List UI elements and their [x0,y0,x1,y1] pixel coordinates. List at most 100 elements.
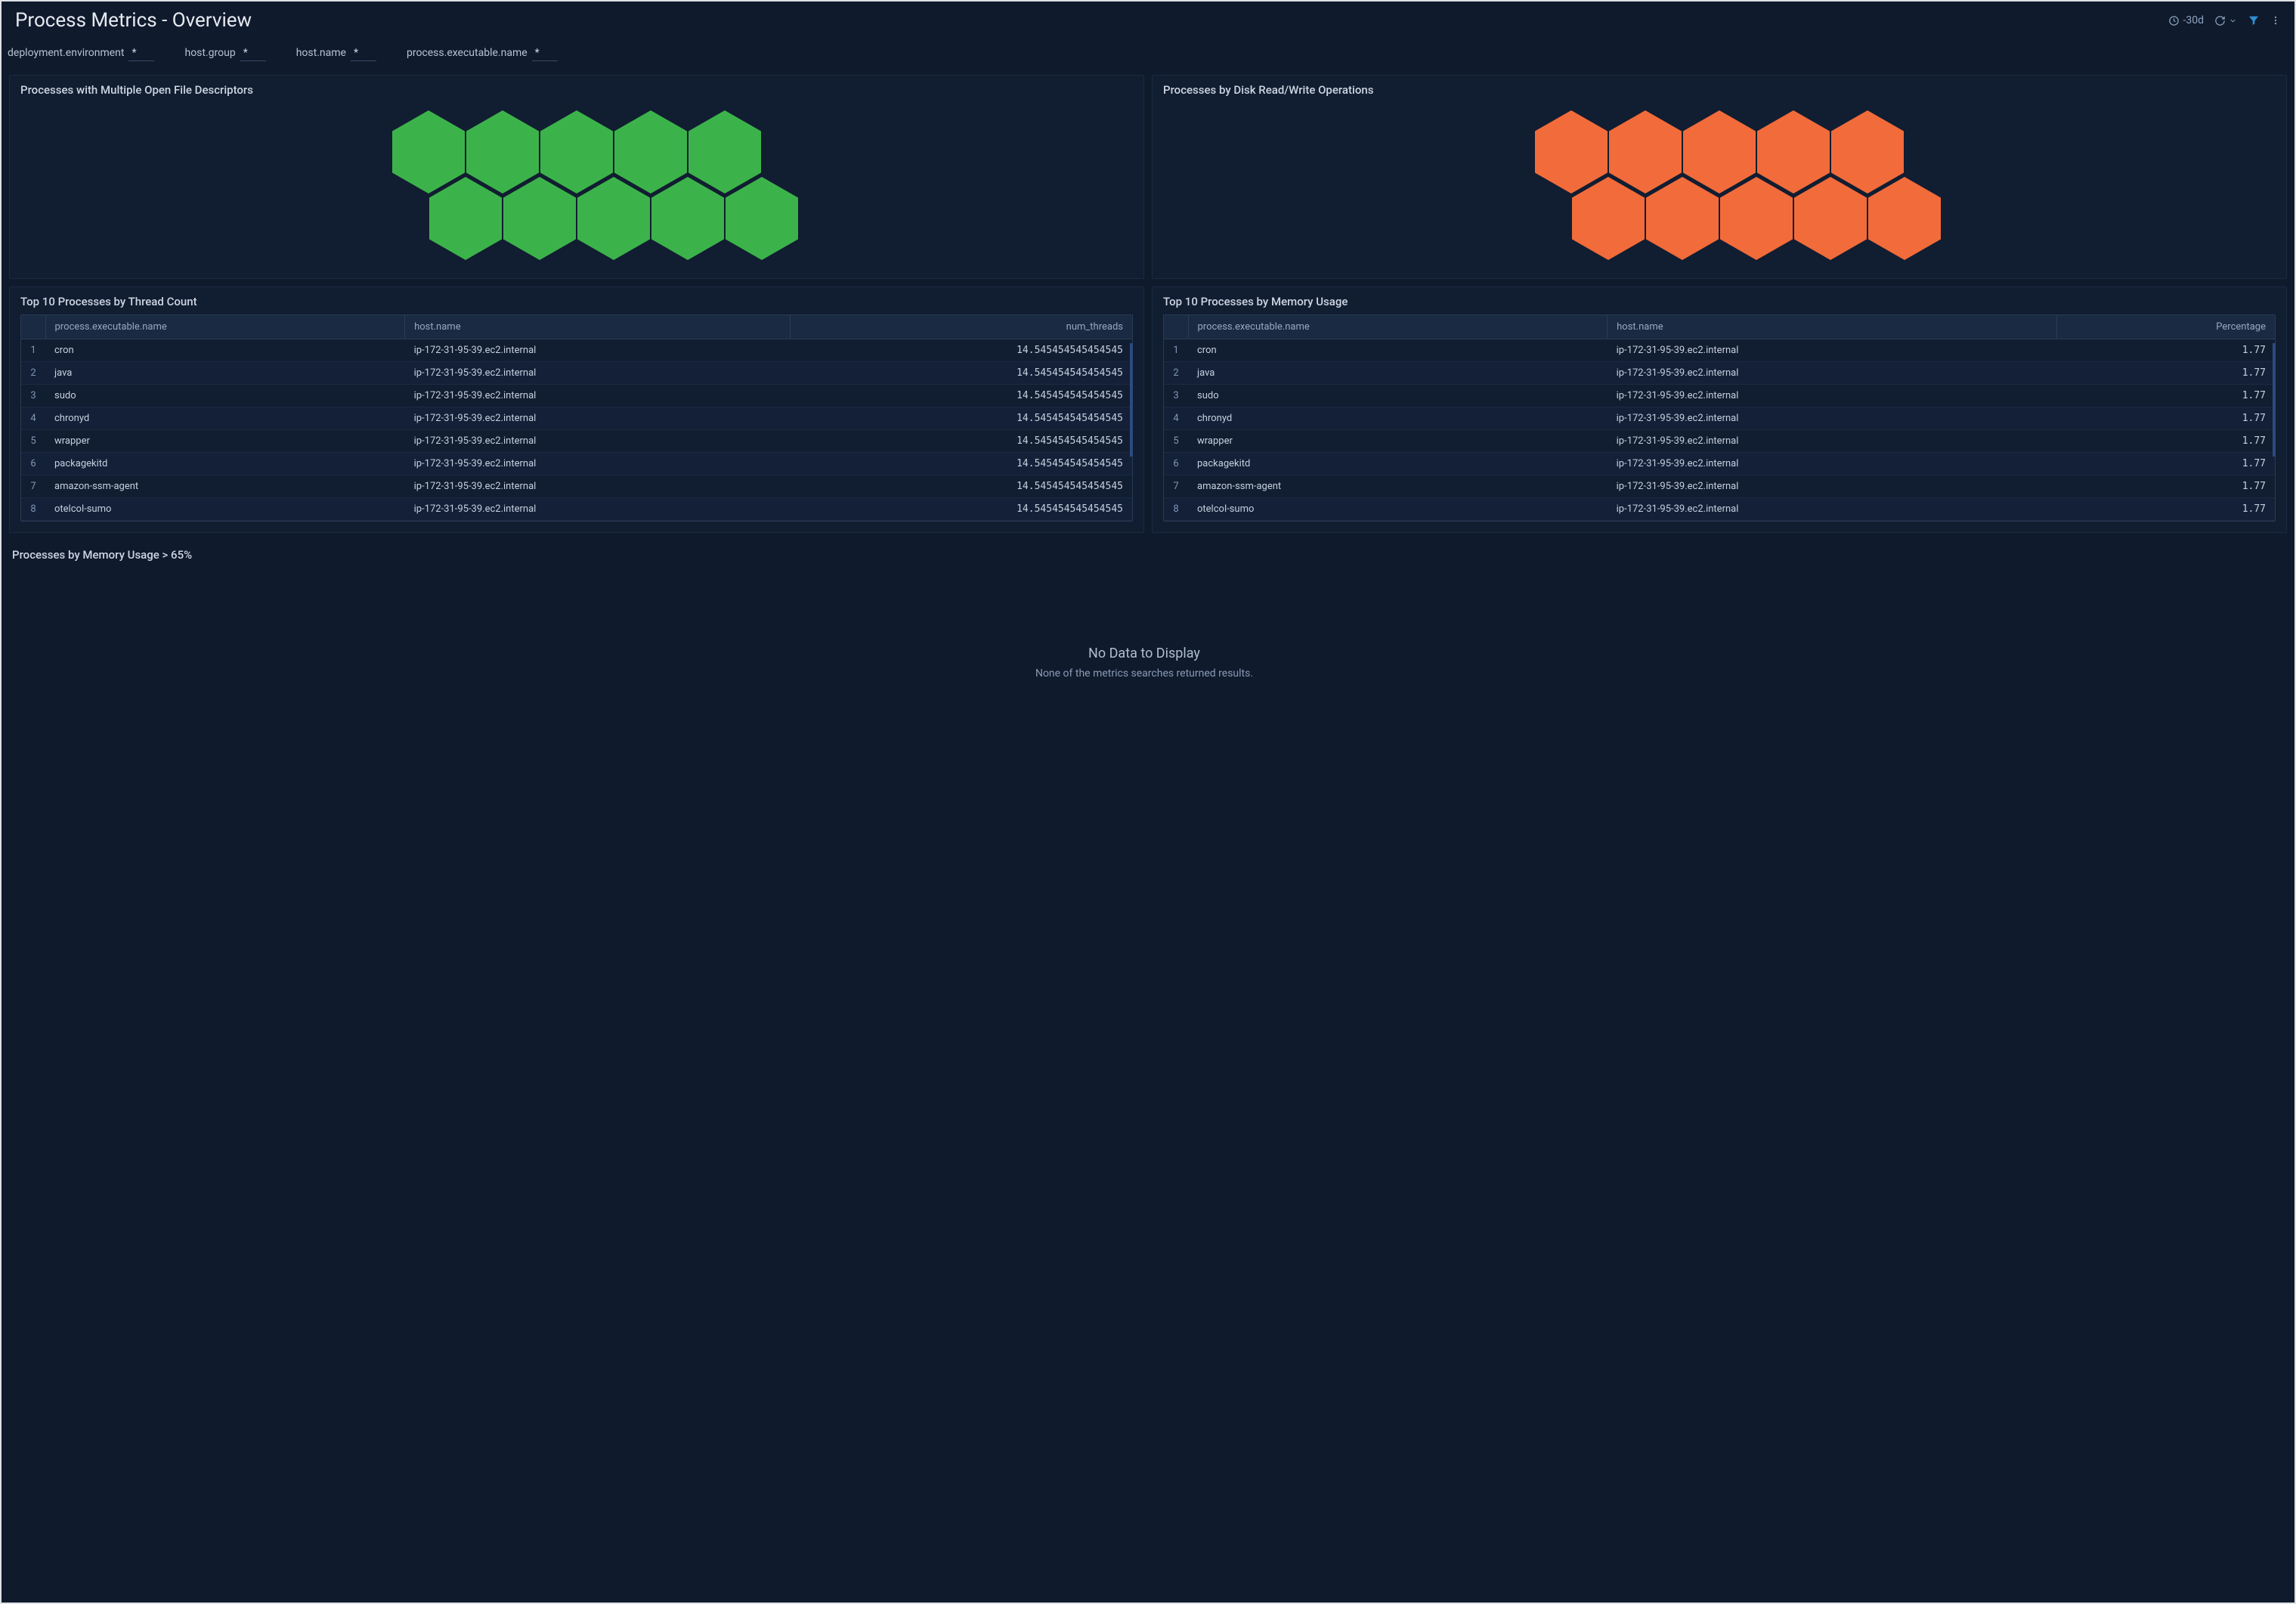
table-row[interactable]: 1cronip-172-31-95-39.ec2.internal14.5454… [21,339,1132,362]
honeycomb-cell[interactable] [726,177,798,260]
cell: otelcol-sumo [1188,498,1608,521]
cell: ip-172-31-95-39.ec2.internal [1608,430,2057,453]
filter-label: deployment.environment [8,47,124,59]
col-header[interactable]: process.executable.name [1188,315,1608,339]
scrollbar[interactable] [1130,343,1133,457]
cell: ip-172-31-95-39.ec2.internal [1608,385,2057,407]
honeycomb-cell[interactable] [429,177,502,260]
cell: 14.545454545454545 [790,407,1132,430]
header-controls: -30d [2168,14,2281,26]
row-index: 6 [1164,453,1188,475]
table-row[interactable]: 4chronydip-172-31-95-39.ec2.internal1.77 [1164,407,2275,430]
refresh-button[interactable] [2214,15,2237,26]
honeycomb-cell[interactable] [1572,177,1645,260]
honeycomb-chart[interactable] [20,103,1133,268]
col-header[interactable]: Percentage [2056,315,2275,339]
row-index: 3 [21,385,45,407]
table-row[interactable]: 5wrapperip-172-31-95-39.ec2.internal1.77 [1164,430,2275,453]
honeycomb-cell[interactable] [1646,177,1719,260]
table-row[interactable]: 6packagekitdip-172-31-95-39.ec2.internal… [1164,453,2275,475]
col-header[interactable]: host.name [405,315,791,339]
table-row[interactable]: 3sudoip-172-31-95-39.ec2.internal1.77 [1164,385,2275,407]
table-row[interactable]: 4chronydip-172-31-95-39.ec2.internal14.5… [21,407,1132,430]
col-header[interactable]: host.name [1608,315,2057,339]
panel-file-descriptors: Processes with Multiple Open File Descri… [9,75,1144,279]
col-header[interactable]: process.executable.name [45,315,405,339]
more-menu-button[interactable] [2270,14,2281,26]
cell: ip-172-31-95-39.ec2.internal [1608,362,2057,385]
cell: 1.77 [2056,475,2275,498]
filter-value[interactable]: * [240,47,266,61]
cell: 1.77 [2056,498,2275,521]
cell: otelcol-sumo [45,498,405,521]
panel-title: Top 10 Processes by Thread Count [20,295,1133,308]
col-index [21,315,45,339]
time-range-label: -30d [2183,14,2204,26]
table-row[interactable]: 5wrapperip-172-31-95-39.ec2.internal14.5… [21,430,1132,453]
cell: packagekitd [45,453,405,475]
cell: ip-172-31-95-39.ec2.internal [1608,475,2057,498]
cell: ip-172-31-95-39.ec2.internal [1608,339,2057,362]
page-title: Process Metrics - Overview [15,9,252,32]
cell: amazon-ssm-agent [45,475,405,498]
cell: 14.545454545454545 [790,498,1132,521]
scrollbar[interactable] [2273,343,2276,457]
filter-label: host.name [296,47,346,59]
cell: ip-172-31-95-39.ec2.internal [1608,498,2057,521]
cell: 14.545454545454545 [790,453,1132,475]
filter-deployment-environment[interactable]: deployment.environment * [8,47,154,61]
col-header[interactable]: num_threads [790,315,1132,339]
cell: 14.545454545454545 [790,362,1132,385]
cell: wrapper [45,430,405,453]
cell: 1.77 [2056,362,2275,385]
row-index: 1 [1164,339,1188,362]
honeycomb-cell[interactable] [1868,177,1941,260]
filter-value[interactable]: * [128,47,154,61]
filter-button[interactable] [2248,14,2260,26]
table-row[interactable]: 1cronip-172-31-95-39.ec2.internal1.77 [1164,339,2275,362]
panel-thread-count: Top 10 Processes by Thread Count process… [9,286,1144,533]
filter-process-executable-name[interactable]: process.executable.name* [407,47,558,61]
panel-memory-over-65: Processes by Memory Usage > 65% No Data … [9,540,2287,767]
table-row[interactable]: 2javaip-172-31-95-39.ec2.internal1.77 [1164,362,2275,385]
cell: ip-172-31-95-39.ec2.internal [405,385,791,407]
honeycomb-cell[interactable] [503,177,576,260]
time-range-selector[interactable]: -30d [2168,14,2204,26]
col-index [1164,315,1188,339]
filter-host-group[interactable]: host.group* [184,47,265,61]
honeycomb-cell[interactable] [1720,177,1793,260]
table-row[interactable]: 8otelcol-sumoip-172-31-95-39.ec2.interna… [21,498,1132,521]
cell: ip-172-31-95-39.ec2.internal [405,498,791,521]
cell: 1.77 [2056,430,2275,453]
honeycomb-cell[interactable] [1794,177,1867,260]
filter-host-name[interactable]: host.name * [296,47,376,61]
filter-value[interactable]: * [532,47,558,61]
row-index: 7 [21,475,45,498]
thread-count-table: process.executable.namehost.namenum_thre… [20,314,1133,522]
cell: chronyd [45,407,405,430]
cell: wrapper [1188,430,1608,453]
row-index: 5 [1164,430,1188,453]
honeycomb-chart[interactable] [1163,103,2276,268]
row-index: 8 [1164,498,1188,521]
table-row[interactable]: 7amazon-ssm-agentip-172-31-95-39.ec2.int… [21,475,1132,498]
filter-value[interactable]: * [351,47,376,61]
row-index: 4 [1164,407,1188,430]
filters-bar: deployment.environment*host.group*host.n… [2,38,2294,75]
memory-usage-table: process.executable.namehost.namePercenta… [1163,314,2276,522]
table-row[interactable]: 2javaip-172-31-95-39.ec2.internal14.5454… [21,362,1132,385]
honeycomb-cell[interactable] [651,177,724,260]
panel-title: Processes by Disk Read/Write Operations [1163,83,2276,97]
table-row[interactable]: 3sudoip-172-31-95-39.ec2.internal14.5454… [21,385,1132,407]
table-row[interactable]: 6packagekitdip-172-31-95-39.ec2.internal… [21,453,1132,475]
more-vertical-icon [2270,14,2281,26]
cell: 1.77 [2056,339,2275,362]
refresh-icon [2214,15,2226,26]
table-row[interactable]: 7amazon-ssm-agentip-172-31-95-39.ec2.int… [1164,475,2275,498]
clock-icon [2168,15,2180,26]
honeycomb-cell[interactable] [577,177,650,260]
cell: ip-172-31-95-39.ec2.internal [405,475,791,498]
table-row[interactable]: 8otelcol-sumoip-172-31-95-39.ec2.interna… [1164,498,2275,521]
cell: 1.77 [2056,385,2275,407]
filter-icon [2248,14,2260,26]
